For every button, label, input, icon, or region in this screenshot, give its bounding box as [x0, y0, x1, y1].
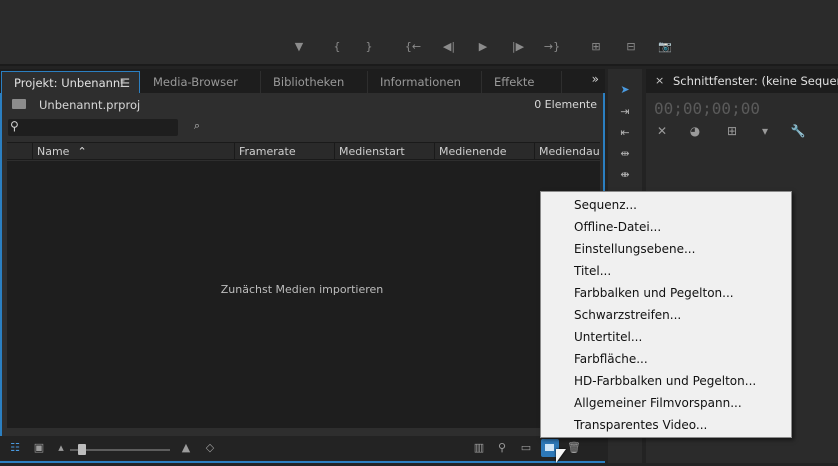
automate-to-sequence-icon[interactable]: ▥ [470, 441, 488, 457]
menu-item-black-video[interactable]: Schwarzstreifen... [574, 305, 681, 325]
mark-out-icon[interactable]: } [358, 37, 380, 55]
search-input[interactable]: ⚲ [8, 119, 178, 136]
menu-item-universal-counting-leader[interactable]: Allgemeiner Filmvorspann... [574, 393, 742, 413]
delete-icon[interactable]: 🗑 [566, 441, 582, 457]
zoom-out-icon[interactable]: ▴ [54, 441, 68, 457]
selection-tool-icon[interactable]: ➤ [614, 83, 636, 101]
column-label: Name [37, 145, 70, 158]
step-forward-icon[interactable]: |▶ [507, 37, 529, 55]
search-icon: ⚲ [10, 119, 19, 133]
find-button-icon[interactable]: ⌕ [188, 119, 206, 135]
column-media-end[interactable]: Medienende [434, 143, 534, 160]
tab-label: Media-Browser [153, 75, 238, 89]
timeline-tab-bar: × Schnittfenster: (keine Sequenzen) [646, 69, 838, 93]
project-body: Unbenannt.prproj 0 Elemente ⚲ ⌕ Name ⌃ Fr… [0, 93, 605, 463]
snap-icon[interactable]: ✕ [653, 124, 671, 140]
go-to-in-icon[interactable]: {← [402, 37, 424, 55]
column-name[interactable]: Name ⌃ [32, 143, 234, 160]
project-footer-toolbar: ☷ ▣ ▴ ▲ ◇ ▥ ⚲ ▭ 🗑 [0, 436, 605, 461]
program-monitor: ▼ { } {← ◀| ▶ |▶ →} ⊞ ⊟ 📷 [0, 0, 838, 66]
rolling-edit-tool-icon[interactable]: ⇹ [614, 147, 636, 165]
mark-in-icon[interactable]: { [326, 37, 348, 55]
tab-label: Effekte [494, 75, 535, 89]
new-item-context-menu: Sequenz... Offline-Datei... Einstellungs… [540, 191, 792, 438]
empty-message: Zunächst Medien importieren [220, 283, 384, 296]
tab-effects[interactable]: Effekte [482, 71, 562, 93]
slip-tool-icon[interactable]: ⇼ [614, 168, 636, 186]
sort-ascending-icon: ⌃ [77, 145, 87, 158]
project-item-list[interactable]: Zunächst Medien importieren [7, 161, 600, 428]
column-label: Medienende [439, 145, 507, 158]
column-label: Framerate [239, 145, 296, 158]
menu-item-adjustment-layer[interactable]: Einstellungsebene... [574, 239, 695, 259]
ripple-edit-tool-icon[interactable]: ⇤ [614, 126, 636, 144]
tab-libraries[interactable]: Bibliotheken [261, 71, 368, 93]
column-header-row: Name ⌃ Framerate Medienstart Medienende M… [7, 142, 600, 160]
wrench-icon[interactable]: 🔧 [789, 124, 807, 140]
sort-icons-icon[interactable]: ◇ [203, 441, 217, 457]
zoom-slider[interactable] [70, 444, 170, 455]
linked-selection-icon[interactable]: ◕ [686, 124, 704, 140]
find-icon[interactable]: ⚲ [494, 441, 510, 457]
project-folder-icon [12, 99, 26, 109]
project-panel: Projekt: Unbenannt ☰ Media-Browser Bibli… [0, 69, 605, 463]
play-icon[interactable]: ▶ [472, 37, 494, 55]
panel-menu-icon[interactable]: ☰ [120, 72, 130, 94]
tab-project[interactable]: Projekt: Unbenannt ☰ [1, 71, 140, 93]
zoom-in-icon[interactable]: ▲ [176, 441, 196, 457]
add-marker-icon[interactable]: ▼ [288, 37, 310, 55]
item-count: 0 Elemente [534, 98, 597, 111]
menu-item-sequence[interactable]: Sequenz... [574, 195, 637, 215]
menu-item-hd-bars-and-tone[interactable]: HD-Farbbalken und Pegelton... [574, 371, 756, 391]
column-framerate[interactable]: Framerate [234, 143, 334, 160]
new-item-glyph [545, 444, 554, 451]
track-select-tool-icon[interactable]: ⇥ [614, 105, 636, 123]
column-media-duration[interactable]: Mediendauer [534, 143, 600, 160]
timeline-title[interactable]: Schnittfenster: (keine Sequenzen) [673, 74, 838, 88]
insert-icon[interactable]: ⊞ [585, 37, 607, 55]
overwrite-icon[interactable]: ⊟ [620, 37, 642, 55]
column-label: Mediendauer [539, 145, 600, 158]
menu-item-color-matte[interactable]: Farbfläche... [574, 349, 648, 369]
column-label: Medienstart [339, 145, 405, 158]
menu-item-transparent-video[interactable]: Transparentes Video... [574, 415, 707, 435]
column-media-start[interactable]: Medienstart [334, 143, 434, 160]
tab-overflow-icon[interactable]: » [592, 72, 599, 86]
new-bin-icon[interactable]: ▭ [517, 441, 535, 457]
timecode-display[interactable]: 00;00;00;00 [654, 99, 760, 118]
icon-view-icon[interactable]: ▣ [30, 441, 48, 457]
tab-media-browser[interactable]: Media-Browser [141, 71, 261, 93]
step-back-icon[interactable]: ◀| [438, 37, 460, 55]
close-icon[interactable]: × [655, 74, 664, 87]
tab-label: Projekt: Unbenannt [14, 76, 125, 90]
mouse-cursor-icon [556, 449, 566, 463]
menu-item-title[interactable]: Titel... [574, 261, 611, 281]
tab-label: Bibliotheken [273, 75, 345, 89]
tab-info[interactable]: Informationen [368, 71, 482, 93]
marker-icon[interactable]: ▾ [756, 124, 774, 140]
menu-item-offline-file[interactable]: Offline-Datei... [574, 217, 661, 237]
project-file-name: Unbenannt.prproj [39, 98, 141, 112]
project-tab-bar: Projekt: Unbenannt ☰ Media-Browser Bibli… [0, 69, 605, 93]
go-to-out-icon[interactable]: →} [541, 37, 563, 55]
tab-label: Informationen [380, 75, 461, 89]
list-view-icon[interactable]: ☷ [6, 441, 24, 457]
menu-item-captions[interactable]: Untertitel... [574, 327, 642, 347]
add-marker-timeline-icon[interactable]: ⊞ [723, 124, 741, 140]
zoom-slider-knob[interactable] [78, 444, 86, 455]
export-frame-icon[interactable]: 📷 [654, 37, 676, 55]
menu-item-bars-and-tone[interactable]: Farbbalken und Pegelton... [574, 283, 734, 303]
